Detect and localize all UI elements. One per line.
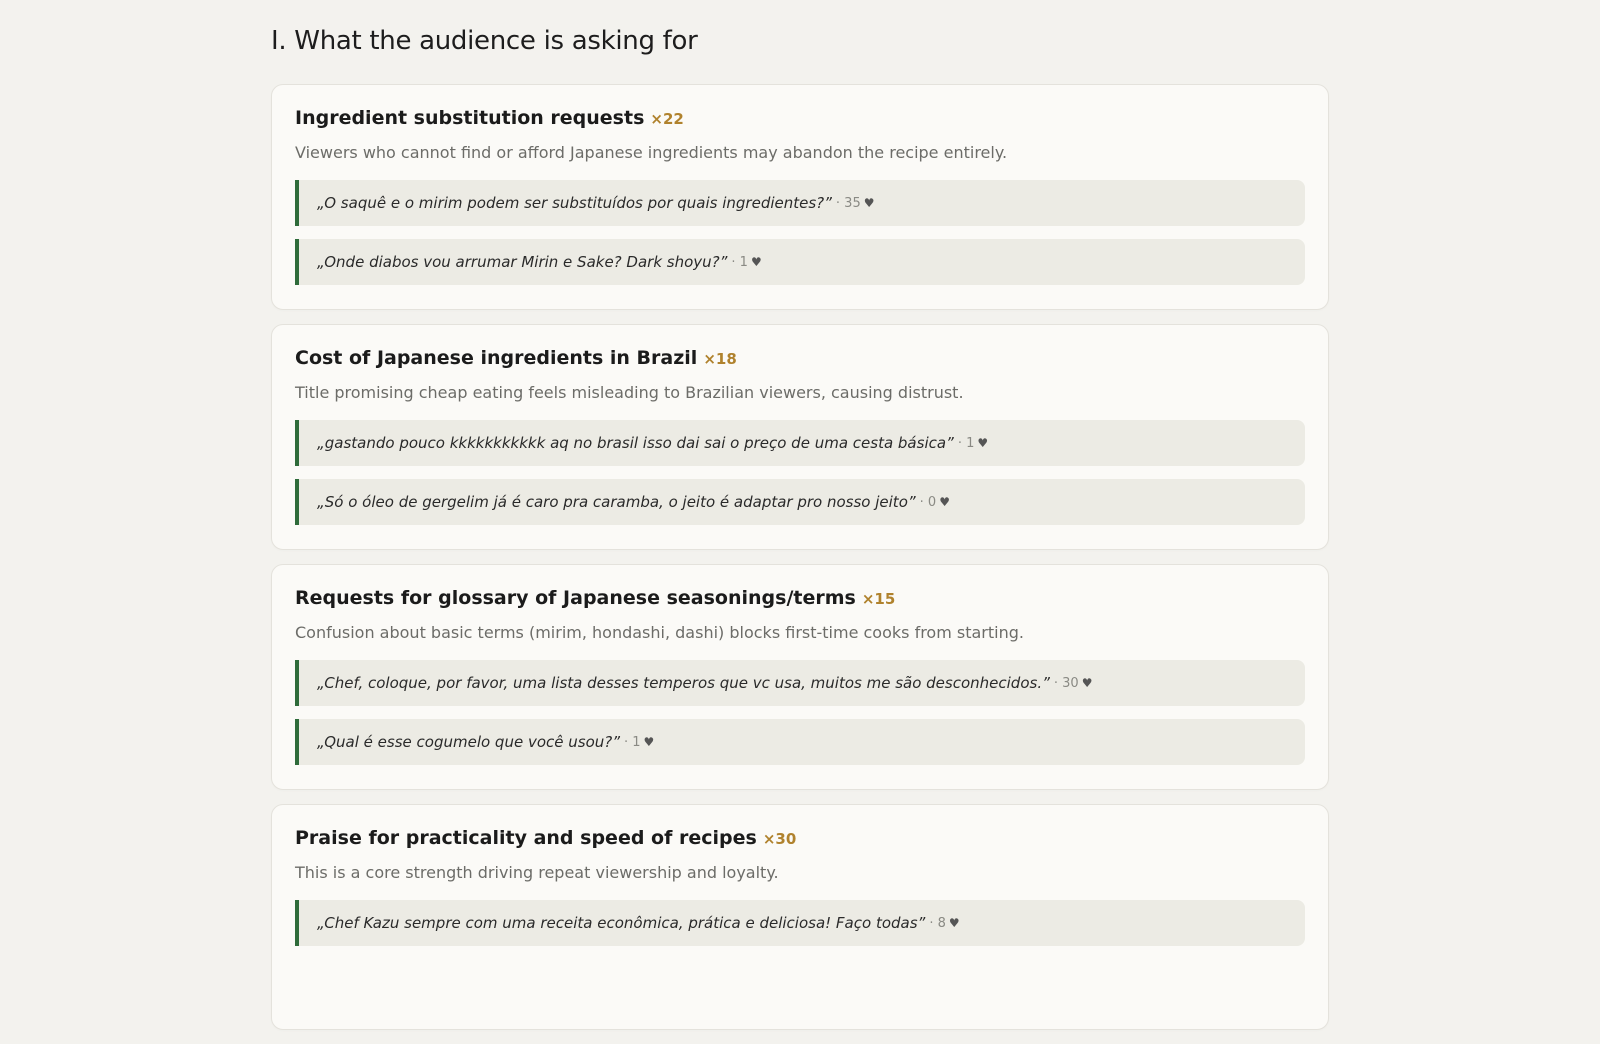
comment-quote: „O saquê e o mirim podem ser substituído… [295,180,1305,226]
heart-icon: ♥ [939,495,950,509]
card-description: Title promising cheap eating feels misle… [295,383,964,402]
theme-card: Ingredient substitution requests ×22 Vie… [271,84,1329,310]
theme-card: Cost of Japanese ingredients in Brazil ×… [271,324,1329,550]
heart-icon: ♥ [948,916,960,930]
mention-count-badge: ×15 [861,590,896,608]
quote-text: „gastando pouco kkkkkkkkkkk aq no brasil… [317,434,954,452]
card-description: Confusion about basic terms (mirim, hond… [295,623,1024,642]
mention-count-badge: ×30 [762,830,797,848]
like-count: · 35 [835,195,861,211]
like-count: · 8 [929,915,946,931]
quote-text: „Chef Kazu sempre com uma receita econôm… [317,914,926,932]
comment-quote: „Só o óleo de gergelim já é caro pra car… [295,479,1305,525]
card-title: Cost of Japanese ingredients in Brazil ×… [295,347,1305,371]
like-count: · 30 [1053,675,1079,691]
comment-quote: „Qual é esse cogumelo que você usou?” · … [295,719,1305,765]
quote-text: „Qual é esse cogumelo que você usou?” [317,733,620,751]
like-count: · 1 [731,254,748,270]
card-title-text: Requests for glossary of Japanese season… [295,587,856,609]
comment-quote: „Onde diabos vou arrumar Mirin e Sake? D… [295,239,1305,285]
quote-text: „Só o óleo de gergelim já é caro pra car… [317,493,916,511]
like-count: · 1 [957,435,975,451]
mention-count-badge: ×22 [650,110,684,128]
card-title-text: Cost of Japanese ingredients in Brazil [295,347,698,369]
like-count: · 0 [919,494,937,510]
quote-text: „Onde diabos vou arrumar Mirin e Sake? D… [317,253,728,271]
theme-card: Requests for glossary of Japanese season… [271,564,1329,790]
theme-card-list: Ingredient substitution requests ×22 Vie… [271,84,1329,1044]
quote-text: „Chef, coloque, por favor, uma lista des… [317,674,1050,692]
card-title: Ingredient substitution requests ×22 [295,107,1305,131]
card-title-text: Praise for practicality and speed of rec… [295,827,757,849]
theme-card: Praise for practicality and speed of rec… [271,804,1329,1030]
card-description: This is a core strength driving repeat v… [295,863,779,882]
heart-icon: ♥ [643,735,655,749]
card-description: Viewers who cannot find or afford Japane… [295,143,1008,162]
card-title-text: Ingredient substitution requests [295,107,645,129]
card-title: Praise for practicality and speed of rec… [295,827,1305,851]
heart-icon: ♥ [1081,676,1093,690]
quote-text: „O saquê e o mirim podem ser substituído… [317,194,832,212]
mention-count-badge: ×18 [703,350,737,368]
comment-quote: „gastando pouco kkkkkkkkkkk aq no brasil… [295,420,1305,466]
section-title: I. What the audience is asking for [271,26,698,56]
card-title: Requests for glossary of Japanese season… [295,587,1305,611]
heart-icon: ♥ [863,196,875,210]
comment-quote: „Chef Kazu sempre com uma receita econôm… [295,900,1305,946]
comment-quote: „Chef, coloque, por favor, uma lista des… [295,660,1305,706]
like-count: · 1 [624,734,641,750]
heart-icon: ♥ [977,436,989,450]
heart-icon: ♥ [750,255,762,269]
